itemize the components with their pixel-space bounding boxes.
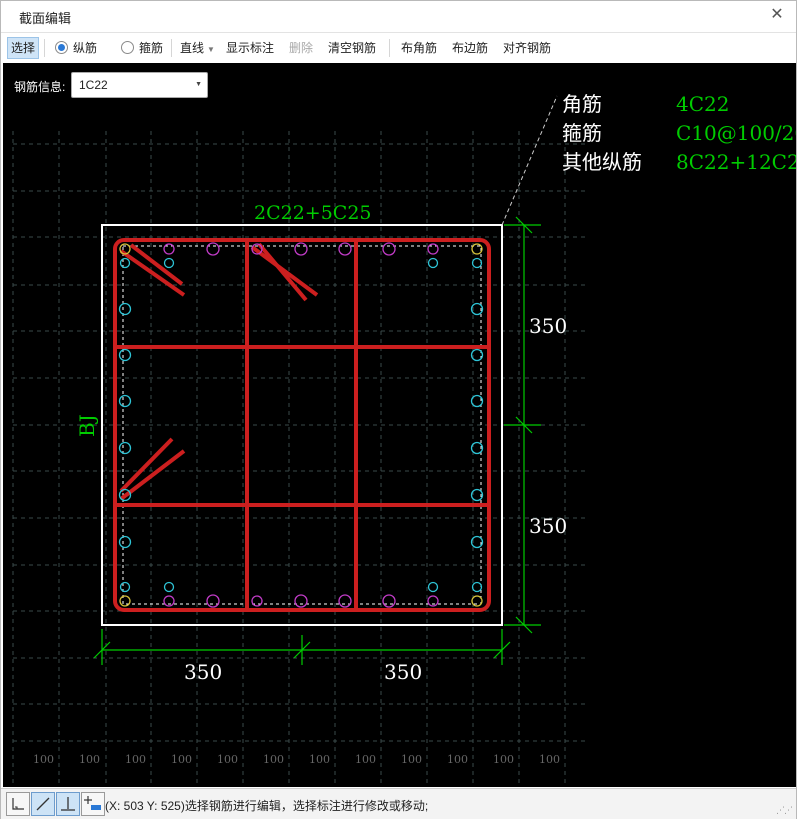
resize-grip-icon[interactable]: ⋰⋰ [776,805,793,816]
ruler-label: 100 [217,753,238,766]
edge-rebar [163,581,175,593]
line-dropdown[interactable]: 直线 ▼ [180,38,215,58]
delete-button[interactable]: 删除 [289,38,313,58]
rebar-info-value: 1C22 [79,78,108,92]
edge-rebar [206,594,220,608]
edge-rebar [294,594,308,608]
diagonal-line-icon [36,797,50,811]
toolbar: 选择 纵筋 箍筋 直线 ▼ 显示标注 删除 清空钢筋 布角筋 布边筋 对齐钢筋 [1,32,796,63]
radio-longitudinal-rebar[interactable]: 纵筋 [55,38,97,58]
ruler-label: 100 [263,753,284,766]
edge-rebar [163,243,175,255]
corner-rebar-title: 角筋 [562,92,602,116]
side-rebar [471,581,483,593]
ruler-label: 100 [447,753,468,766]
side-rebar [118,441,132,455]
chevron-down-icon: ▼ [195,81,202,88]
plus-grid-icon [84,796,101,810]
background-grid [12,131,586,787]
section-editor-window: 截面编辑 ✕ 选择 纵筋 箍筋 直线 ▼ 显示标注 删除 清空钢筋 布角筋 布边筋… [0,0,797,819]
edge-rebar [294,242,308,256]
section-drawing[interactable]: 100 100 100 100 100 100 100 100 100 100 … [1,63,796,787]
dim-label-bottom-left[interactable]: 350 [184,660,222,684]
top-rebar-label[interactable]: 2C22+5C25 [254,202,372,224]
ruler-label: 100 [539,753,560,766]
side-rebar [118,394,132,408]
toolbar-divider [389,39,390,57]
close-icon[interactable]: ✕ [766,4,788,26]
radio-unchecked-icon [121,41,134,54]
line-dropdown-label: 直线 [180,41,205,55]
rebar-info-label: 钢筋信息: [14,80,66,94]
edge-rebar [338,242,352,256]
side-rebar [119,257,131,269]
corner-rebar-value: 4C22 [676,92,729,116]
other-rebar-value: 8C22+12C25 [676,150,796,174]
perpendicular-mode-button[interactable] [56,792,80,816]
line-mode-button[interactable] [31,792,55,816]
ruler-label: 100 [125,753,146,766]
stirrup-hook [257,242,308,302]
edge-rebar [382,594,396,608]
grid-ruler: 100 100 100 100 100 100 100 100 100 100 … [33,753,560,766]
align-rebar-button[interactable]: 对齐钢筋 [503,38,551,58]
status-message: (X: 503 Y: 525)选择钢筋进行编辑，选择标注进行修改或移动; [105,799,429,813]
side-rebar [118,535,132,549]
ortho-mode-button[interactable] [6,792,30,816]
side-rebar [471,257,483,269]
rebar-annotation[interactable]: 角筋 4C22 箍筋 C10@100/20 其他纵筋 8C22+12C25 [562,92,796,174]
side-rebar [118,302,132,316]
chevron-down-icon: ▼ [207,45,215,54]
radio-stirrup-label: 箍筋 [139,41,164,55]
stirrup-value: C10@100/20 [676,121,796,145]
place-side-rebar-button[interactable]: 布边筋 [452,38,488,58]
rebar-info-select[interactable]: 1C22 ▼ [71,72,208,98]
ruler-label: 100 [171,753,192,766]
radio-stirrup[interactable]: 箍筋 [121,38,163,58]
edge-rebar [427,581,439,593]
ruler-label: 100 [309,753,330,766]
select-button[interactable]: 选择 [7,37,40,59]
edge-rebar [338,594,352,608]
status-bar: (X: 503 Y: 525)选择钢筋进行编辑，选择标注进行修改或移动; ⋰⋰ [1,788,796,819]
ruler-label: 100 [493,753,514,766]
ruler-label: 100 [401,753,422,766]
edge-rebar [382,242,396,256]
edge-rebar [163,257,175,269]
side-rebar [119,581,131,593]
side-rebar [118,348,132,362]
perpendicular-icon [61,797,75,811]
add-point-mode-button[interactable] [81,792,105,816]
dim-label-right-lower[interactable]: 350 [529,514,567,538]
ruler-label: 100 [79,753,100,766]
dim-label-right-upper[interactable]: 350 [529,314,567,338]
edge-rebar [427,257,439,269]
stirrup-hook [250,245,319,297]
toolbar-divider [44,39,45,57]
stirrup-hook [119,249,186,297]
place-corner-rebar-button[interactable]: 布角筋 [401,38,437,58]
dim-label-bottom-right[interactable]: 350 [384,660,422,684]
window-title: 截面编辑 [19,11,72,26]
edge-rebar [251,595,263,607]
side-rebar-label[interactable]: BJ [75,414,99,437]
edge-rebar [206,242,220,256]
title-bar: 截面编辑 ✕ [1,1,796,31]
ruler-label: 100 [33,753,54,766]
leader-line [501,95,558,226]
ruler-label: 100 [355,753,376,766]
clear-rebar-button[interactable]: 清空钢筋 [328,38,376,58]
ortho-corner-icon [12,798,24,810]
radio-longitudinal-label: 纵筋 [73,41,98,55]
toolbar-divider [171,39,172,57]
stirrup-title: 箍筋 [562,121,602,145]
edge-rebar [427,243,439,255]
show-dimension-button[interactable]: 显示标注 [226,38,274,58]
other-rebar-title: 其他纵筋 [562,150,642,174]
radio-checked-icon [55,41,68,54]
corner-rebar [119,595,131,607]
